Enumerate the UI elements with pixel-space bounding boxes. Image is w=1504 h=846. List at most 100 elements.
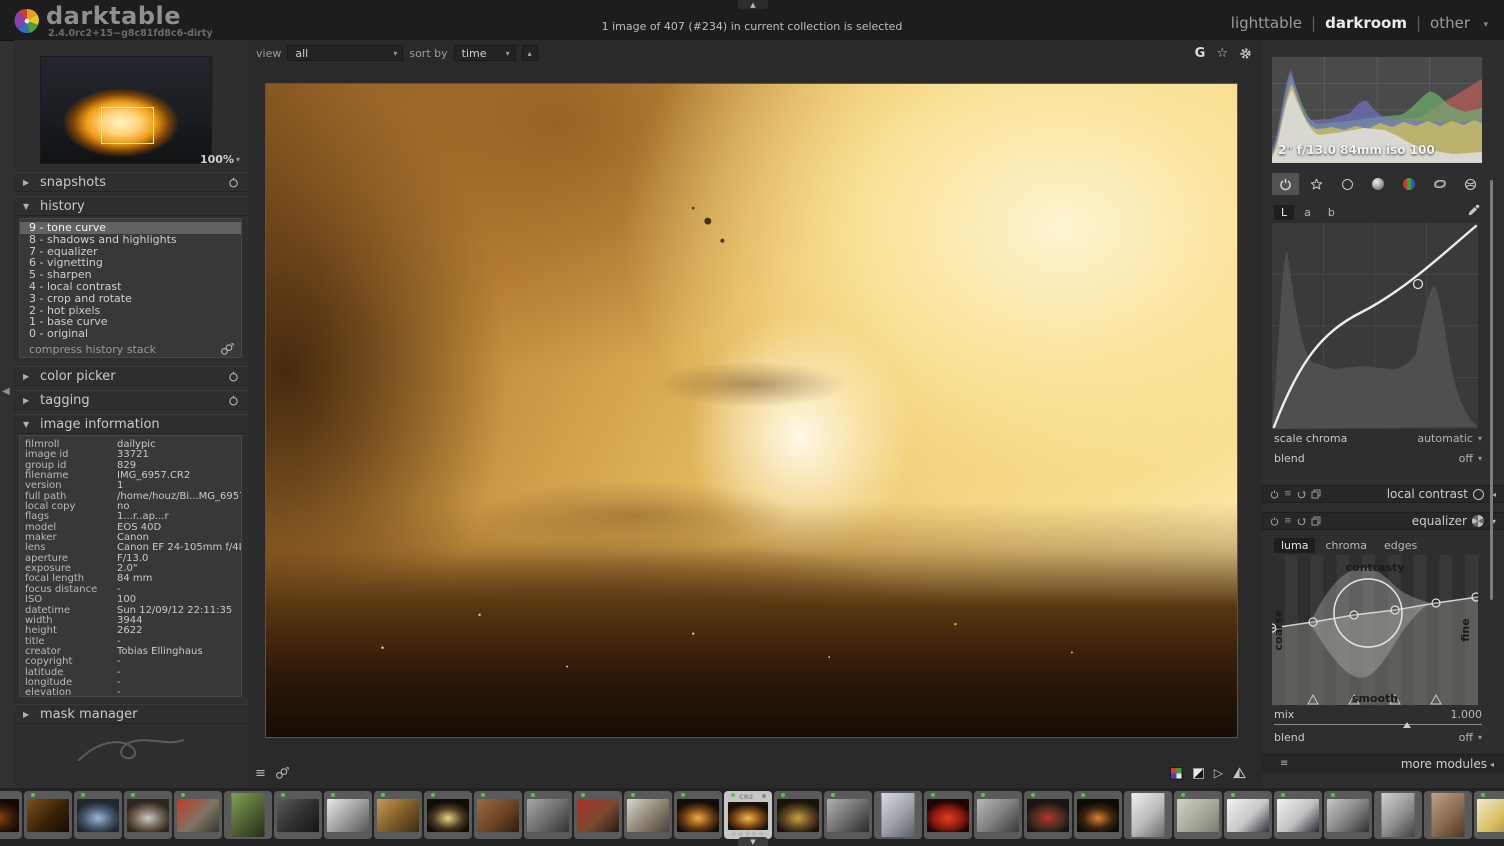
history-item[interactable]: 7 - equalizer	[20, 246, 241, 258]
local-contrast-module-header[interactable]: ≡ local contrast ◂	[1262, 485, 1504, 503]
filmstrip-thumb-black-camera[interactable]	[274, 791, 322, 839]
guides-button[interactable]: G	[1195, 46, 1206, 61]
view-link-darkroom[interactable]: darkroom	[1325, 14, 1407, 32]
sort-direction-button[interactable]: ▴	[522, 45, 538, 61]
presets-menu-icon[interactable]: ≡	[1284, 516, 1292, 526]
view-link-lighttable[interactable]: lighttable	[1231, 14, 1302, 32]
blend-dropdown[interactable]: off ▾	[1459, 731, 1482, 744]
filmstrip-thumb-star-lights[interactable]	[424, 791, 472, 839]
filmstrip-thumb-amber-bottles[interactable]	[24, 791, 72, 839]
reset-icon[interactable]	[1297, 490, 1306, 499]
blend-dropdown[interactable]: off ▾	[1459, 452, 1482, 465]
tonecurve-tab-L[interactable]: L	[1274, 205, 1294, 220]
filmstrip-thumb-light-partial[interactable]	[1474, 791, 1504, 839]
sort-by-dropdown[interactable]: time ▾	[454, 45, 516, 61]
reset-icon[interactable]	[1297, 517, 1306, 526]
correction-group-icon[interactable]	[1426, 173, 1453, 195]
filmstrip-thumb-bw-poles[interactable]	[974, 791, 1022, 839]
history-item[interactable]: 5 - sharpen	[20, 269, 241, 281]
color-group-icon[interactable]	[1395, 173, 1422, 195]
navigation-viewport-rect[interactable]	[101, 107, 154, 144]
filmstrip-thumb-forest[interactable]	[1424, 791, 1472, 839]
multi-instance-icon[interactable]	[1311, 516, 1321, 526]
softproof-icon[interactable]	[1193, 768, 1204, 779]
filmstrip-thumb-lantern[interactable]	[774, 791, 822, 839]
filmstrip-thumb-pine-cones[interactable]	[374, 791, 422, 839]
equalizer-tab-chroma[interactable]: chroma	[1318, 538, 1374, 553]
tagging-section-header[interactable]: ▶ tagging	[14, 390, 248, 410]
history-item[interactable]: 9 - tone curve	[20, 222, 241, 234]
favorite-star-icon[interactable]: ☆	[1216, 46, 1228, 61]
filmstrip-thumb-teapot[interactable]	[474, 791, 522, 839]
power-icon[interactable]	[1270, 490, 1279, 499]
history-item[interactable]: 6 - vignetting	[20, 257, 241, 269]
filmstrip-thumb-snowy-crib[interactable]	[624, 791, 672, 839]
filmstrip-thumb-glow-cave-selected[interactable]: CR2☆☆☆☆☆	[724, 791, 772, 839]
collapse-left-panel-button[interactable]: ◀	[2, 386, 10, 397]
filmstrip-thumb-santa-apples[interactable]	[574, 791, 622, 839]
tonecurve-tab-b[interactable]: b	[1321, 205, 1342, 220]
equalizer-tab-edges[interactable]: edges	[1377, 538, 1424, 553]
tonecurve-graph[interactable]	[1272, 223, 1478, 429]
compress-history-row[interactable]: compress history stack	[20, 340, 241, 356]
power-icon[interactable]	[1270, 517, 1279, 526]
filmstrip-thumb-amber-partial[interactable]	[0, 791, 22, 839]
filmstrip-thumb-silver-plate[interactable]	[124, 791, 172, 839]
filmstrip-thumb-bw-street[interactable]	[524, 791, 572, 839]
filmstrip-thumb-bw-figurines[interactable]	[824, 791, 872, 839]
color-picker-section-header[interactable]: ▶ color picker	[14, 366, 248, 386]
filmstrip-thumb-red-figure[interactable]	[1024, 791, 1072, 839]
darkroom-image-canvas[interactable]	[265, 83, 1238, 738]
view-link-other[interactable]: other	[1430, 14, 1470, 32]
filmstrip-thumb-glow-cave[interactable]	[674, 791, 722, 839]
gamut-check-icon[interactable]	[1170, 767, 1183, 780]
presets-icon[interactable]	[228, 371, 239, 382]
collapse-top-panel-button[interactable]: ▲	[738, 0, 768, 9]
raw-overexposed-icon[interactable]: ▷	[1214, 767, 1223, 779]
hamburger-icon[interactable]: ≡	[255, 767, 266, 780]
presets-menu-icon[interactable]: ≡	[1284, 489, 1292, 499]
favorites-group-icon[interactable]	[1303, 173, 1330, 195]
scale-chroma-dropdown[interactable]: automatic ▾	[1417, 432, 1482, 445]
filmstrip-thumb-bw-colonnade[interactable]	[1324, 791, 1372, 839]
navigation-preview[interactable]	[40, 56, 212, 164]
filmstrip-thumb-sunset-glow[interactable]	[1074, 791, 1122, 839]
more-modules-bar[interactable]: ≡ more modules ◂	[1262, 754, 1504, 773]
right-panel-scrollbar[interactable]	[1490, 180, 1493, 600]
history-item[interactable]: 3 - crop and rotate	[20, 293, 241, 305]
eyedropper-icon[interactable]	[1467, 204, 1480, 217]
basic-group-icon[interactable]	[1334, 173, 1361, 195]
history-item[interactable]: 2 - hot pixels	[20, 305, 241, 317]
filmstrip-thumb-bw-statue[interactable]	[1374, 791, 1422, 839]
equalizer-tab-luma[interactable]: luma	[1274, 538, 1315, 553]
history-item[interactable]: 4 - local contrast	[20, 281, 241, 293]
history-section-header[interactable]: ▼ history	[14, 196, 248, 216]
blend-status-icon[interactable]	[1473, 489, 1484, 500]
mask-manager-section-header[interactable]: ▶ mask manager	[14, 704, 248, 724]
mix-slider-handle[interactable]	[1403, 722, 1411, 728]
mix-slider[interactable]	[1274, 722, 1482, 728]
history-item[interactable]: 1 - base curve	[20, 316, 241, 328]
equalizer-module-header[interactable]: ≡ equalizer ▾	[1262, 512, 1504, 530]
zoom-level-control[interactable]: 100% ▾	[200, 153, 240, 166]
presets-icon[interactable]	[228, 177, 239, 188]
tonecurve-tab-a[interactable]: a	[1297, 205, 1318, 220]
image-information-section-header[interactable]: ▼ image information	[14, 414, 248, 434]
chevron-down-icon[interactable]: ▾	[1483, 20, 1488, 30]
snapshots-section-header[interactable]: ▶ snapshots	[14, 172, 248, 192]
active-modules-group-icon[interactable]	[1272, 173, 1299, 195]
filmstrip-thumb-rail-signal[interactable]	[224, 791, 272, 839]
view-filter-dropdown[interactable]: all ▾	[287, 45, 403, 61]
filmstrip-thumb-pole-sky[interactable]	[874, 791, 922, 839]
filmstrip-thumb-snowy-tree[interactable]	[324, 791, 372, 839]
duplicate-manager-icon[interactable]	[275, 767, 289, 780]
filmstrip-thumb-red-valve[interactable]	[174, 791, 222, 839]
overexposure-warning-icon[interactable]	[1233, 767, 1246, 779]
filmstrip-thumb-blue-ornament[interactable]	[74, 791, 122, 839]
tone-group-icon[interactable]	[1364, 173, 1391, 195]
filmstrip-thumb-rope-concrete[interactable]	[1174, 791, 1222, 839]
multi-instance-icon[interactable]	[1311, 489, 1321, 499]
filmstrip-thumb-martini-glass[interactable]	[1124, 791, 1172, 839]
collapse-bottom-panel-button[interactable]: ▼	[738, 837, 768, 846]
gear-icon[interactable]	[1239, 47, 1252, 60]
